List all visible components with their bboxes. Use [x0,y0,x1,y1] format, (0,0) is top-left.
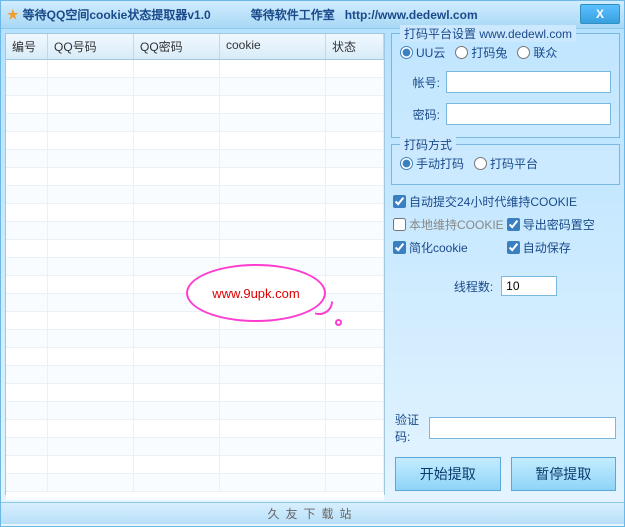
table-row[interactable] [6,96,384,114]
table-row[interactable] [6,168,384,186]
password-input[interactable] [446,103,611,125]
app-icon: ★ [7,7,19,23]
platform-group-title: 打码平台设置 www.dedewl.com [400,25,576,42]
options-block: 自动提交24小时代维持COOKIE 本地维持COOKIE 导出密码置空 简化co… [391,191,620,258]
opt-autosave[interactable]: 自动保存 [507,239,613,256]
content-area: 编号 QQ号码 QQ密码 cookie 状态 www.9upk.com 打码平台… [1,29,624,499]
pause-button[interactable]: 暂停提取 [511,457,617,491]
radio-tmtu[interactable]: 打码兔 [455,44,507,61]
data-table: 编号 QQ号码 QQ密码 cookie 状态 www.9upk.com [5,33,385,495]
table-row[interactable] [6,78,384,96]
opt-local-maintain[interactable]: 本地维持COOKIE [393,216,499,233]
table-header: 编号 QQ号码 QQ密码 cookie 状态 [6,34,384,60]
radio-lz[interactable]: 联众 [517,44,557,61]
table-row[interactable] [6,312,384,330]
watermark-bubble: www.9upk.com [186,264,326,322]
table-row[interactable] [6,222,384,240]
table-row[interactable] [6,456,384,474]
method-group-title: 打码方式 [400,136,456,153]
footer-bar: 久友下载站 [1,502,624,524]
password-row: 密码: [400,103,611,125]
watermark-text: www.9upk.com [212,286,299,301]
app-window: ★ 等待QQ空间cookie状态提取器v1.0 等待软件工作室 http://w… [0,0,625,527]
captcha-row: 验证码: [391,411,620,445]
col-id: 编号 [6,34,48,59]
table-row[interactable] [6,240,384,258]
spacer [391,306,620,405]
table-row[interactable] [6,474,384,492]
platform-group: 打码平台设置 www.dedewl.com UU云 打码兔 联众 帐号: 密码: [391,33,620,138]
table-row[interactable] [6,384,384,402]
table-row[interactable] [6,366,384,384]
opt-export-clear[interactable]: 导出密码置空 [507,216,613,233]
close-button[interactable]: X [580,4,620,24]
platform-radios: UU云 打码兔 联众 [400,44,611,61]
table-row[interactable] [6,258,384,276]
captcha-input[interactable] [429,417,616,439]
password-label: 密码: [400,106,440,123]
table-row[interactable] [6,402,384,420]
table-row[interactable] [6,330,384,348]
table-row[interactable] [6,150,384,168]
thread-label: 线程数: [454,278,493,295]
bubble-tail-dot [335,319,342,326]
table-row[interactable] [6,348,384,366]
table-row[interactable] [6,60,384,78]
opt-auto-submit[interactable]: 自动提交24小时代维持COOKIE [393,193,618,210]
table-row[interactable] [6,204,384,222]
col-cookie: cookie [220,34,326,59]
method-group: 打码方式 手动打码 打码平台 [391,144,620,185]
account-input[interactable] [446,71,611,93]
studio-url: http://www.dedewl.com [345,8,478,22]
studio-name: 等待软件工作室 [251,6,335,23]
table-row[interactable] [6,438,384,456]
col-qq: QQ号码 [48,34,134,59]
thread-input[interactable] [501,276,557,296]
side-panel: 打码平台设置 www.dedewl.com UU云 打码兔 联众 帐号: 密码:… [391,33,620,495]
account-label: 帐号: [400,74,440,91]
opt-simplify[interactable]: 简化cookie [393,239,499,256]
app-title: 等待QQ空间cookie状态提取器v1.0 [23,6,211,23]
table-row[interactable] [6,420,384,438]
table-row[interactable] [6,132,384,150]
account-row: 帐号: [400,71,611,93]
col-status: 状态 [326,34,384,59]
start-button[interactable]: 开始提取 [395,457,501,491]
table-row[interactable] [6,114,384,132]
captcha-label: 验证码: [395,411,423,445]
col-pwd: QQ密码 [134,34,220,59]
radio-auto[interactable]: 打码平台 [474,155,538,172]
table-row[interactable] [6,186,384,204]
button-row: 开始提取 暂停提取 [391,457,620,495]
thread-row: 线程数: [391,272,620,300]
radio-manual[interactable]: 手动打码 [400,155,464,172]
method-radios: 手动打码 打码平台 [400,155,611,172]
radio-uu[interactable]: UU云 [400,44,445,61]
